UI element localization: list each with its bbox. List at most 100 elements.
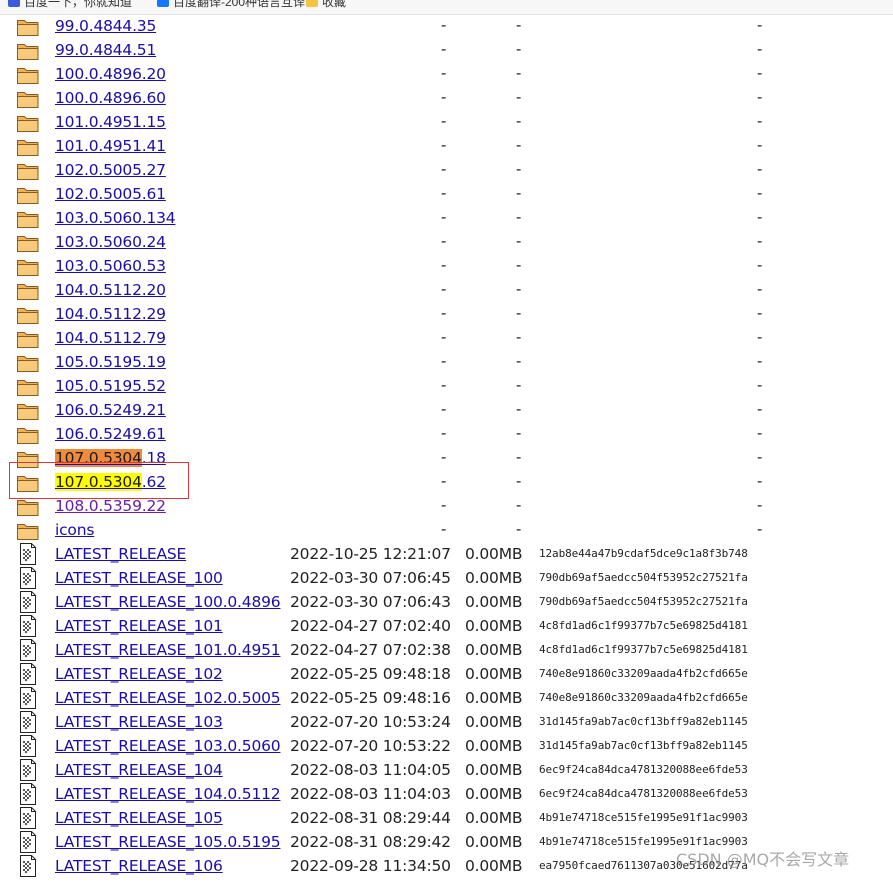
folder-link[interactable]: 104.0.5112.79	[55, 326, 166, 350]
folder-link[interactable]: 102.0.5005.61	[55, 182, 166, 206]
hash-cell: 790db69af5aedcc504f53952c27521fa	[539, 571, 748, 584]
size-cell: -	[516, 401, 522, 418]
folder-link[interactable]: 103.0.5060.24	[55, 230, 166, 254]
bookmark-favicon-icon	[8, 0, 20, 7]
folder-link[interactable]: 106.0.5249.61	[55, 422, 166, 446]
folder-row: 99.0.4844.51 - - -	[0, 38, 893, 62]
date-cell: -	[441, 185, 447, 202]
hash-cell: 31d145fa9ab7ac0cf13bff9a82eb1145	[539, 739, 748, 752]
folder-row: 103.0.5060.134 - - -	[0, 206, 893, 230]
folder-icon	[16, 521, 40, 541]
size-cell: -	[516, 65, 522, 82]
folder-link[interactable]: 99.0.4844.35	[55, 14, 156, 38]
folder-link[interactable]: 102.0.5005.27	[55, 158, 166, 182]
folder-row: icons - - -	[0, 518, 893, 542]
hash-cell: -	[757, 281, 763, 298]
file-icon	[16, 639, 40, 661]
folder-row: 105.0.5195.19 - - -	[0, 350, 893, 374]
size-cell: -	[516, 257, 522, 274]
file-icon	[16, 687, 40, 709]
file-row: LATEST_RELEASE_101 2022-04-27 07:02:40 0.0…	[0, 614, 893, 638]
size-cell: 0.00MB	[465, 569, 523, 587]
hash-cell: -	[757, 257, 763, 274]
folder-icon	[16, 329, 40, 349]
folder-icon	[16, 137, 40, 157]
date-cell: -	[441, 425, 447, 442]
folder-icon	[16, 353, 40, 373]
file-icon	[16, 711, 40, 733]
bookmark-item[interactable]: 收藏	[306, 0, 347, 9]
folder-link[interactable]: 103.0.5060.134	[55, 206, 176, 230]
folder-link[interactable]: 104.0.5112.20	[55, 278, 166, 302]
hash-cell: -	[757, 521, 763, 538]
date-cell: -	[441, 89, 447, 106]
date-cell: -	[441, 497, 447, 514]
file-link[interactable]: LATEST_RELEASE_105	[55, 806, 223, 830]
bookmark-item[interactable]: 百度翻译-200种语言互译	[157, 0, 305, 9]
file-link[interactable]: LATEST_RELEASE_104.0.5112	[55, 782, 281, 806]
file-icon	[16, 567, 40, 589]
size-cell: 0.00MB	[465, 665, 523, 683]
file-icon	[16, 615, 40, 637]
folder-link[interactable]: 103.0.5060.53	[55, 254, 166, 278]
file-link[interactable]: LATEST_RELEASE_101.0.4951	[55, 638, 281, 662]
folder-link[interactable]: 104.0.5112.29	[55, 302, 166, 326]
folder-row: 102.0.5005.27 - - -	[0, 158, 893, 182]
folder-icon	[16, 233, 40, 253]
folder-link[interactable]: 105.0.5195.19	[55, 350, 166, 374]
size-cell: 0.00MB	[465, 689, 523, 707]
annotation-highlight-box	[9, 462, 189, 499]
folder-icon	[16, 425, 40, 445]
date-cell: 2022-04-27 07:02:38	[290, 641, 451, 659]
bookmarks-bar: 百度一下，你就知道 百度翻译-200种语言互译 收藏	[0, 0, 893, 15]
folder-link[interactable]: 106.0.5249.21	[55, 398, 166, 422]
hash-cell: 4c8fd1ad6c1f99377b7c5e69825d4181	[539, 619, 748, 632]
hash-cell: 12ab8e44a47b9cdaf5dce9c1a8f3b748	[539, 547, 748, 560]
file-icon	[16, 855, 40, 877]
folder-row: 101.0.4951.15 - - -	[0, 110, 893, 134]
folder-link[interactable]: 100.0.4896.20	[55, 62, 166, 86]
folder-row: 101.0.4951.41 - - -	[0, 134, 893, 158]
file-icon	[16, 759, 40, 781]
bookmark-item[interactable]: 百度一下，你就知道	[8, 0, 133, 9]
file-link[interactable]: LATEST_RELEASE_101	[55, 614, 223, 638]
size-cell: -	[516, 377, 522, 394]
size-cell: -	[516, 449, 522, 466]
file-link[interactable]: LATEST_RELEASE_102	[55, 662, 223, 686]
file-icon	[16, 591, 40, 613]
folder-link[interactable]: 105.0.5195.52	[55, 374, 166, 398]
folder-row: 100.0.4896.60 - - -	[0, 86, 893, 110]
folder-icon	[16, 401, 40, 421]
hash-cell: -	[757, 449, 763, 466]
size-cell: -	[516, 353, 522, 370]
file-link[interactable]: LATEST_RELEASE_105.0.5195	[55, 830, 281, 854]
file-link[interactable]: LATEST_RELEASE_103.0.5060	[55, 734, 281, 758]
hash-cell: -	[757, 137, 763, 154]
date-cell: -	[441, 209, 447, 226]
folder-link[interactable]: 99.0.4844.51	[55, 38, 156, 62]
file-link[interactable]: LATEST_RELEASE_103	[55, 710, 223, 734]
file-link[interactable]: LATEST_RELEASE_106	[55, 854, 223, 878]
file-link[interactable]: LATEST_RELEASE	[55, 542, 186, 566]
file-link[interactable]: LATEST_RELEASE_100.0.4896	[55, 590, 281, 614]
folder-row: 104.0.5112.29 - - -	[0, 302, 893, 326]
date-cell: 2022-04-27 07:02:40	[290, 617, 451, 635]
folder-link[interactable]: 100.0.4896.60	[55, 86, 166, 110]
date-cell: -	[441, 473, 447, 490]
file-link[interactable]: LATEST_RELEASE_100	[55, 566, 223, 590]
hash-cell: -	[757, 473, 763, 490]
folder-link[interactable]: 101.0.4951.15	[55, 110, 166, 134]
folder-link[interactable]: icons	[55, 518, 94, 542]
hash-cell: 6ec9f24ca84dca4781320088ee6fde53	[539, 763, 748, 776]
size-cell: -	[516, 185, 522, 202]
file-icon	[16, 783, 40, 805]
bookmark-label: 收藏	[322, 0, 347, 9]
bookmark-label: 百度一下，你就知道	[24, 0, 133, 9]
date-cell: -	[441, 137, 447, 154]
folder-icon	[16, 41, 40, 61]
file-link[interactable]: LATEST_RELEASE_102.0.5005	[55, 686, 281, 710]
file-link[interactable]: LATEST_RELEASE_104	[55, 758, 223, 782]
date-cell: -	[441, 329, 447, 346]
folder-link[interactable]: 101.0.4951.41	[55, 134, 166, 158]
folder-row: 100.0.4896.20 - - -	[0, 62, 893, 86]
